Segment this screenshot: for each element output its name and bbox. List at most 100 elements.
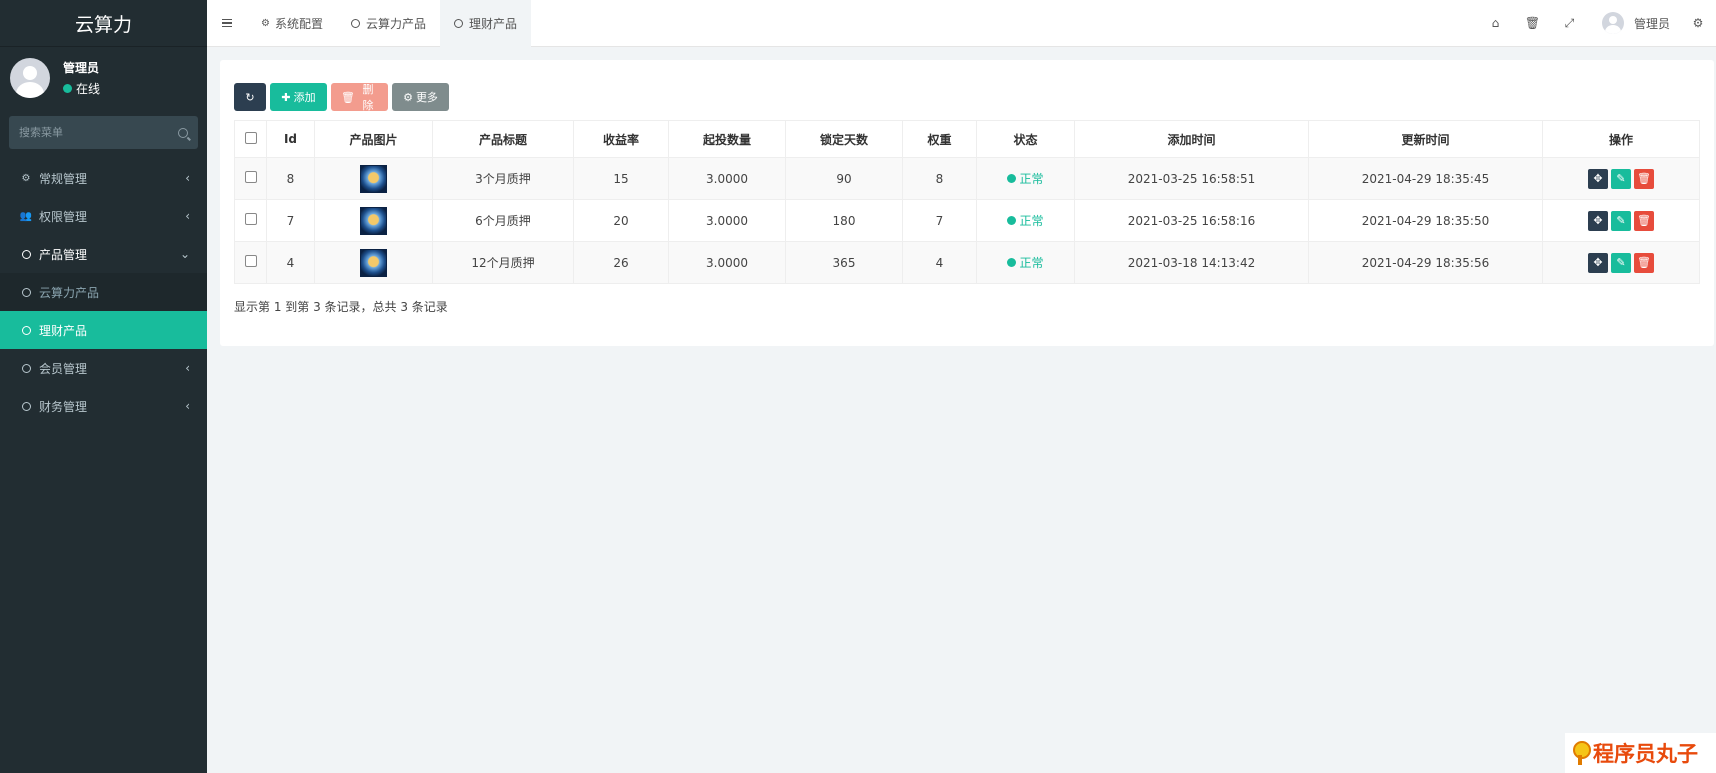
cell-lock-days: 365 — [785, 241, 903, 284]
status-badge: 正常 — [1007, 212, 1044, 229]
sidebar-item-label: 产品管理 — [39, 247, 88, 262]
product-image[interactable] — [360, 164, 387, 193]
sidebar-item-permissions[interactable]: 👥 权限管理 ‹ — [0, 197, 207, 235]
edit-pencil-icon[interactable]: ✎ — [1611, 252, 1631, 273]
table-row[interactable]: 8 3个月质押 15 3.0000 90 8 正常 2021-03-25 16:… — [234, 157, 1700, 200]
menu-toggle-icon[interactable] — [207, 0, 247, 47]
col-weight[interactable]: 权重 — [902, 120, 977, 158]
user-status-text: 在线 — [76, 82, 101, 96]
cell-lock-days: 90 — [785, 157, 903, 200]
avatar — [1601, 12, 1624, 34]
status-badge: 正常 — [1007, 254, 1044, 271]
col-image[interactable]: 产品图片 — [314, 120, 433, 158]
cell-lock-days: 180 — [785, 199, 903, 242]
select-all-checkbox[interactable] — [244, 131, 257, 144]
drag-move-icon[interactable]: ✥ — [1588, 168, 1608, 189]
status-text: 正常 — [1019, 172, 1044, 186]
circle-icon — [19, 287, 33, 297]
row-checkbox[interactable] — [244, 255, 257, 267]
col-status[interactable]: 状态 — [976, 120, 1075, 158]
delete-trash-icon[interactable]: 🗑 — [1634, 168, 1654, 189]
more-button[interactable]: ⚙ 更多 — [392, 83, 449, 111]
tab-system-config[interactable]: ⚙ 系统配置 — [247, 0, 337, 47]
cell-weight: 4 — [902, 241, 977, 284]
sidebar-item-products[interactable]: 产品管理 ⌄ — [0, 235, 207, 273]
sidebar-item-label: 财务管理 — [39, 399, 88, 414]
edit-pencil-icon[interactable]: ✎ — [1611, 168, 1631, 189]
tab-cloud-products[interactable]: 云算力产品 — [337, 0, 440, 47]
cell-id: 7 — [266, 199, 315, 242]
sidebar-item-cloud-products[interactable]: 云算力产品 — [0, 273, 207, 311]
add-button[interactable]: ✚ 添加 — [270, 83, 327, 111]
gear-icon: ⚙ — [403, 90, 413, 104]
cell-title: 6个月质押 — [432, 199, 574, 242]
table-row[interactable]: 7 6个月质押 20 3.0000 180 7 正常 2021-03-25 16… — [234, 199, 1700, 242]
product-image[interactable] — [360, 248, 387, 277]
topbar-user-name: 管理员 — [1633, 16, 1670, 31]
row-checkbox[interactable] — [244, 171, 257, 183]
circle-icon — [19, 249, 33, 259]
online-dot-icon — [63, 84, 72, 93]
chevron-left-icon: ‹ — [185, 399, 190, 413]
watermark-text: 程序员丸子 — [1593, 742, 1698, 766]
menu-search — [9, 116, 198, 149]
user-panel: 管理员 在线 — [0, 47, 207, 109]
refresh-button[interactable]: ↻ — [234, 83, 266, 111]
trash-icon[interactable]: 🗑 — [1514, 0, 1551, 47]
sidebar-item-label: 权限管理 — [39, 209, 88, 224]
col-id[interactable]: Id — [266, 120, 315, 158]
brand-logo[interactable]: 云算力 — [0, 0, 207, 47]
cell-updated: 2021-04-29 18:35:45 — [1308, 157, 1543, 200]
status-text: 正常 — [1019, 256, 1044, 270]
row-checkbox[interactable] — [244, 213, 257, 225]
cell-id: 4 — [266, 241, 315, 284]
gear-icon: ⚙ — [261, 17, 270, 29]
edit-pencil-icon[interactable]: ✎ — [1611, 210, 1631, 231]
topbar-user-menu[interactable]: 管理员 — [1588, 12, 1684, 34]
tab-finance-products[interactable]: 理财产品 — [440, 0, 532, 47]
drag-move-icon[interactable]: ✥ — [1588, 210, 1608, 231]
search-icon[interactable] — [178, 127, 188, 138]
sidebar-item-label: 理财产品 — [39, 323, 88, 338]
sidebar-item-members[interactable]: 会员管理 ‹ — [0, 349, 207, 387]
watermark: 程序员丸子 — [1565, 733, 1716, 773]
user-status: 在线 — [63, 80, 100, 97]
chevron-down-icon: ⌄ — [179, 247, 190, 261]
tab-label: 系统配置 — [274, 16, 323, 31]
cell-title: 3个月质押 — [432, 157, 574, 200]
col-created[interactable]: 添加时间 — [1074, 120, 1309, 158]
table-row[interactable]: 4 12个月质押 26 3.0000 365 4 正常 2021-03-18 1… — [234, 241, 1700, 284]
delete-trash-icon[interactable]: 🗑 — [1634, 210, 1654, 231]
cell-weight: 7 — [902, 199, 977, 242]
col-title[interactable]: 产品标题 — [432, 120, 574, 158]
cell-updated: 2021-04-29 18:35:56 — [1308, 241, 1543, 284]
sidebar-item-general[interactable]: ⚙ 常规管理 ‹ — [0, 159, 207, 197]
col-min-amount[interactable]: 起投数量 — [668, 120, 786, 158]
tab-label: 云算力产品 — [365, 16, 426, 31]
col-lock-days[interactable]: 锁定天数 — [785, 120, 903, 158]
product-image[interactable] — [360, 206, 387, 235]
delete-button[interactable]: 🗑 删除 — [331, 83, 388, 112]
cogs-icon[interactable]: ⚙ — [1684, 0, 1712, 47]
user-name: 管理员 — [63, 61, 100, 75]
delete-button-label: 删除 — [362, 83, 374, 112]
col-updated[interactable]: 更新时间 — [1308, 120, 1543, 158]
drag-move-icon[interactable]: ✥ — [1588, 252, 1608, 273]
sidebar-item-label: 常规管理 — [39, 171, 88, 186]
cell-id: 8 — [266, 157, 315, 200]
fullscreen-icon[interactable]: ⤢ — [1551, 0, 1588, 47]
cell-created: 2021-03-18 14:13:42 — [1074, 241, 1309, 284]
menu-search-input[interactable] — [19, 126, 159, 139]
pagination-info: 显示第 1 到第 3 条记录，总共 3 条记录 — [234, 300, 448, 314]
home-icon[interactable]: ⌂ — [1477, 0, 1514, 47]
col-rate[interactable]: 收益率 — [573, 120, 669, 158]
status-dot-icon — [1007, 258, 1017, 267]
cell-weight: 8 — [902, 157, 977, 200]
lollipop-icon — [1571, 741, 1591, 765]
sidebar-item-finance-products[interactable]: 理财产品 — [0, 311, 207, 349]
select-all-cell — [234, 120, 267, 158]
tab-label: 理财产品 — [469, 16, 518, 31]
sidebar-item-finance[interactable]: 财务管理 ‹ — [0, 387, 207, 425]
status-badge: 正常 — [1007, 170, 1044, 187]
delete-trash-icon[interactable]: 🗑 — [1634, 252, 1654, 273]
